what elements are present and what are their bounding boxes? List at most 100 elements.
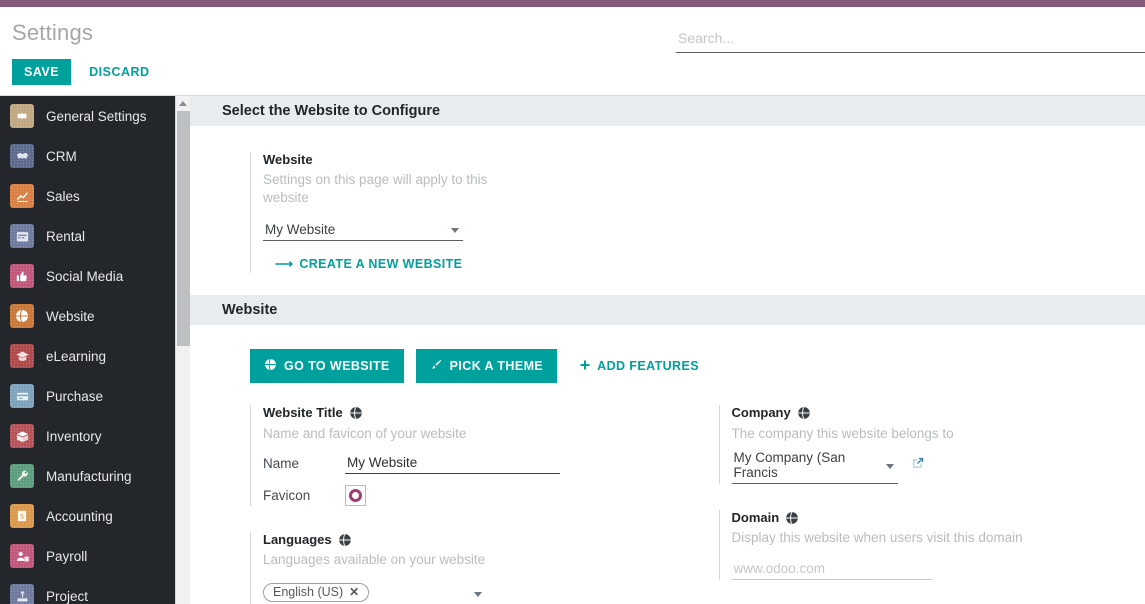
sidebar-item-inventory[interactable]: Inventory xyxy=(0,416,175,456)
section-header-select-website: Select the Website to Configure xyxy=(190,96,1145,126)
website-name-row: Name xyxy=(263,453,677,474)
company-select-value: My Company (San Francis xyxy=(734,450,846,480)
company-help: The company this website belongs to xyxy=(732,425,1145,443)
chart-line-icon xyxy=(10,184,34,208)
website-favicon-label: Favicon xyxy=(263,488,345,503)
go-to-website-button[interactable]: GO TO WEBSITE xyxy=(250,349,404,383)
settings-scrollbar[interactable] xyxy=(175,96,190,604)
language-tag-label: English (US) xyxy=(273,585,343,599)
sidebar-item-rental[interactable]: Rental xyxy=(0,216,175,256)
sidebar-item-label: Sales xyxy=(46,189,80,204)
domain-help: Display this website when users visit th… xyxy=(732,529,1145,547)
website-action-buttons: GO TO WEBSITE PICK A THEME ADD FEATURES xyxy=(250,349,1145,383)
sidebar-item-label: Social Media xyxy=(46,269,123,284)
globe-icon xyxy=(785,511,799,525)
globe-icon xyxy=(338,533,352,547)
website-title-help: Name and favicon of your website xyxy=(263,425,677,443)
sidebar-item-label: Rental xyxy=(46,229,85,244)
select-website-body: Website Settings on this page will apply… xyxy=(190,126,1145,273)
website-field-label: Website xyxy=(263,152,313,168)
languages-label: Languages xyxy=(263,532,332,548)
sidebar-item-accounting[interactable]: $ Accounting xyxy=(0,496,175,536)
website-section-body: GO TO WEBSITE PICK A THEME ADD FEATURES xyxy=(190,325,1145,604)
save-button[interactable]: SAVE xyxy=(12,59,71,85)
external-link-icon[interactable] xyxy=(910,456,925,476)
calendar-icon xyxy=(10,224,34,248)
website-title-field-title: Website Title xyxy=(263,405,677,421)
company-setting-box: Company The company this website belongs… xyxy=(719,405,1145,484)
create-new-website-link[interactable]: ⟶ CREATE A NEW WEBSITE xyxy=(275,256,462,271)
add-features-label: ADD FEATURES xyxy=(597,359,699,373)
scrollbar-thumb[interactable] xyxy=(177,111,190,346)
sidebar-item-label: Manufacturing xyxy=(46,469,132,484)
company-select[interactable]: My Company (San Francis xyxy=(732,448,898,484)
sidebar-item-label: General Settings xyxy=(46,109,147,124)
settings-sidebar[interactable]: General Settings CRM Sales Rental Social xyxy=(0,96,175,604)
sidebar-item-sales[interactable]: Sales xyxy=(0,176,175,216)
website-field-title: Website xyxy=(263,152,510,168)
globe-icon xyxy=(264,358,277,374)
website-select-value: My Website xyxy=(265,222,335,237)
sidebar-item-social-media[interactable]: Social Media xyxy=(0,256,175,296)
page-title: Settings xyxy=(12,20,93,46)
website-setting-box: Website Settings on this page will apply… xyxy=(250,152,510,273)
domain-input[interactable] xyxy=(732,559,932,580)
brand-top-bar xyxy=(0,0,1145,7)
languages-select[interactable]: English (US) ✕ xyxy=(263,583,488,604)
chevron-down-icon xyxy=(451,228,459,233)
favicon-image[interactable] xyxy=(345,485,366,506)
website-settings-left-column: Website Title Name and favicon of your w… xyxy=(250,405,677,604)
website-title-label: Website Title xyxy=(263,405,343,421)
wrench-icon xyxy=(10,464,34,488)
website-select[interactable]: My Website xyxy=(263,220,463,241)
section-header-website: Website xyxy=(190,295,1145,325)
website-settings-right-column: Company The company this website belongs… xyxy=(719,405,1145,604)
website-favicon-row: Favicon xyxy=(263,485,677,506)
plus-icon xyxy=(579,359,591,374)
control-panel: Settings SAVE DISCARD xyxy=(0,7,1145,96)
settings-page: Settings SAVE DISCARD General Settings C… xyxy=(0,0,1145,604)
odoo-ring-icon xyxy=(349,489,362,502)
handshake-icon xyxy=(10,144,34,168)
sidebar-item-label: Accounting xyxy=(46,509,113,524)
discard-button[interactable]: DISCARD xyxy=(79,59,159,85)
sidebar-item-label: eLearning xyxy=(46,349,106,364)
arrow-right-icon: ⟶ xyxy=(275,256,293,271)
sidebar-item-project[interactable]: Project xyxy=(0,576,175,604)
sidebar-item-label: Project xyxy=(46,589,88,604)
add-features-button[interactable]: ADD FEATURES xyxy=(573,350,705,383)
sidebar-item-website[interactable]: Website xyxy=(0,296,175,336)
sidebar-item-label: CRM xyxy=(46,149,77,164)
invoice-icon: $ xyxy=(10,504,34,528)
sidebar-item-payroll[interactable]: Payroll xyxy=(0,536,175,576)
pick-a-theme-button[interactable]: PICK A THEME xyxy=(416,349,557,383)
language-tag[interactable]: English (US) ✕ xyxy=(263,583,369,602)
website-name-input[interactable] xyxy=(345,453,560,474)
settings-content: Select the Website to Configure Website … xyxy=(190,96,1145,604)
scroll-up-arrow-icon[interactable] xyxy=(176,96,190,110)
sidebar-item-crm[interactable]: CRM xyxy=(0,136,175,176)
domain-setting-box: Domain Display this website when users v… xyxy=(719,510,1145,580)
box-icon xyxy=(10,424,34,448)
card-icon xyxy=(10,384,34,408)
sidebar-item-elearning[interactable]: eLearning xyxy=(0,336,175,376)
globe-icon xyxy=(797,406,811,420)
sidebar-item-manufacturing[interactable]: Manufacturing xyxy=(0,456,175,496)
go-to-website-label: GO TO WEBSITE xyxy=(284,359,390,373)
graduation-icon xyxy=(10,344,34,368)
website-settings-columns: Website Title Name and favicon of your w… xyxy=(250,405,1145,604)
tasks-icon xyxy=(10,584,34,604)
chevron-down-icon xyxy=(474,592,482,597)
domain-field-title: Domain xyxy=(732,510,1145,526)
sidebar-item-purchase[interactable]: Purchase xyxy=(0,376,175,416)
paintbrush-icon xyxy=(430,358,443,374)
languages-field-title: Languages xyxy=(263,532,677,548)
search-input[interactable] xyxy=(676,27,1145,53)
sidebar-item-general-settings[interactable]: General Settings xyxy=(0,96,175,136)
svg-text:$: $ xyxy=(20,513,24,520)
create-new-website-label: CREATE A NEW WEBSITE xyxy=(299,257,462,271)
company-label: Company xyxy=(732,405,791,421)
close-icon[interactable]: ✕ xyxy=(349,585,359,599)
languages-help: Languages available on your website xyxy=(263,551,677,569)
globe-icon xyxy=(349,406,363,420)
